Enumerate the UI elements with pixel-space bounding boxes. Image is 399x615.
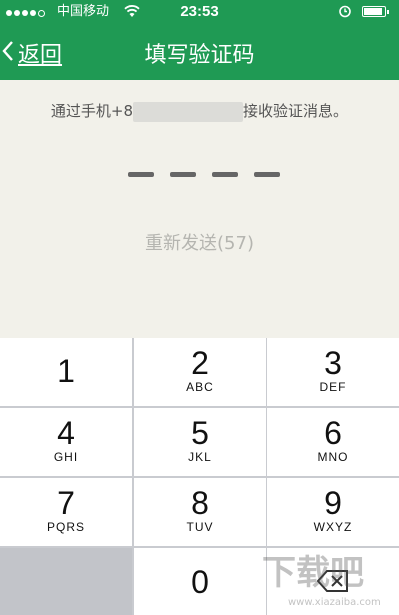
keypad-key-9[interactable]: 9 WXYZ (267, 478, 399, 546)
key-digit: 9 (324, 485, 342, 521)
key-digit: 2 (191, 345, 209, 381)
key-letters: GHI (53, 450, 79, 464)
battery-icon (362, 6, 389, 17)
key-digit: 4 (57, 415, 75, 451)
key-digit: 0 (191, 564, 209, 600)
keypad-key-6[interactable]: 6 MNO (267, 408, 399, 476)
key-letters: ABC (186, 380, 214, 394)
keypad-blank-key (0, 548, 132, 615)
keypad-key-8[interactable]: 8 TUV (134, 478, 266, 546)
code-slot (212, 172, 238, 177)
redacted-phone-number (133, 101, 244, 122)
key-digit: 8 (191, 485, 209, 521)
key-digit: 6 (324, 415, 342, 451)
keypad-key-2[interactable]: 2 ABC (134, 338, 266, 406)
prompt-suffix: 接收验证消息。 (243, 102, 349, 120)
key-letters: TUV (186, 520, 214, 534)
key-digit: 5 (191, 415, 209, 451)
prompt-prefix: 通过手机+8 (50, 102, 134, 120)
key-digit: 3 (324, 345, 342, 381)
code-input-slots[interactable] (128, 172, 280, 178)
keypad-key-4[interactable]: 4 GHI (0, 408, 132, 476)
verification-prompt: 通过手机+8 接收验证消息。 (0, 100, 399, 122)
page-title: 填写验证码 (144, 43, 255, 68)
alarm-clock-icon (339, 5, 351, 18)
watermark-text: 下载吧 (262, 553, 364, 593)
code-slot (254, 172, 280, 177)
keypad-key-7[interactable]: 7 PQRS (0, 478, 132, 546)
app-header: 中国移动 23:53 返回 填写验证码 (0, 0, 399, 80)
key-letters: PQRS (46, 520, 85, 534)
navigation-bar: 返回 填写验证码 (0, 24, 399, 80)
key-letters: MNO (317, 450, 349, 464)
keypad-key-1[interactable]: 1 (0, 338, 132, 406)
key-digit: 1 (57, 353, 75, 389)
code-slot (128, 172, 154, 177)
keypad-key-5[interactable]: 5 JKL (134, 408, 266, 476)
key-digit: 7 (57, 485, 75, 521)
key-letters: JKL (188, 450, 212, 464)
key-letters: DEF (319, 380, 347, 394)
keypad-key-3[interactable]: 3 DEF (267, 338, 399, 406)
watermark: 下载吧 www.xiazaiba.com (262, 548, 396, 614)
watermark-url: www.xiazaiba.com (288, 597, 381, 608)
keypad-key-0[interactable]: 0 (134, 548, 266, 615)
status-bar: 中国移动 23:53 (0, 0, 399, 24)
code-slot (170, 172, 196, 177)
key-letters: WXYZ (313, 520, 353, 534)
resend-button[interactable]: 重新发送(57) (0, 229, 399, 255)
